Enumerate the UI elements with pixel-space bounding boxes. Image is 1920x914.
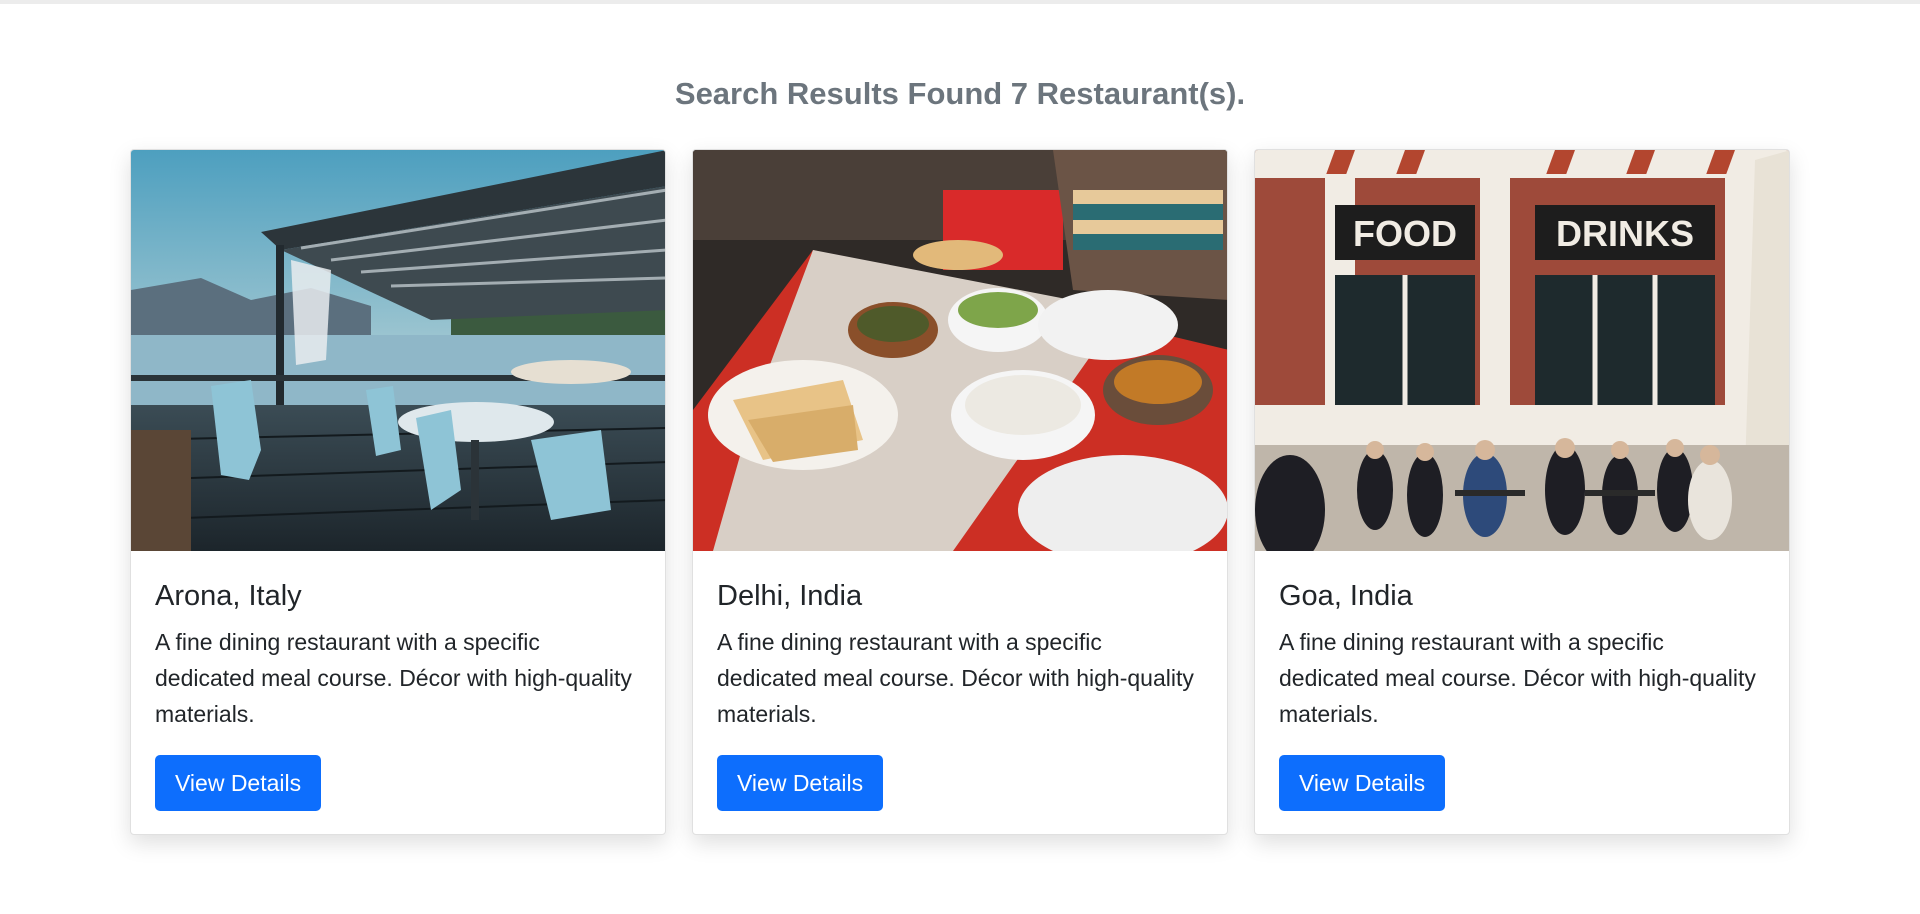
- sign-drinks: DRINKS: [1556, 213, 1694, 254]
- restaurant-card-grid: Arona, Italy A fine dining restaurant wi…: [130, 149, 1790, 835]
- restaurant-card: FOOD DRINKS Goa, India A fine dining res…: [1254, 149, 1790, 835]
- restaurant-name: Delhi, India: [717, 580, 863, 612]
- view-details-button[interactable]: View Details: [155, 755, 322, 811]
- sign-food: FOOD: [1353, 213, 1457, 254]
- card-body: Delhi, India A fine dining restaurant wi…: [717, 578, 1207, 732]
- search-results-title: Search Results: [674, 76, 899, 111]
- search-results-heading: Search Results Found 7 Restaurant(s).: [0, 74, 1920, 114]
- restaurant-name: Arona, Italy: [155, 580, 302, 612]
- top-divider: [0, 0, 1920, 4]
- card-body: Arona, Italy A fine dining restaurant wi…: [155, 578, 645, 732]
- results-count: Found 7 Restaurant(s).: [907, 76, 1246, 111]
- view-details-button[interactable]: View Details: [1279, 755, 1446, 811]
- restaurant-card: Arona, Italy A fine dining restaurant wi…: [130, 149, 666, 835]
- view-details-button[interactable]: View Details: [717, 755, 884, 811]
- restaurant-description: A fine dining restaurant with a specific…: [1279, 629, 1756, 727]
- restaurant-name: Goa, India: [1279, 580, 1413, 612]
- restaurant-image[interactable]: [693, 150, 1228, 551]
- restaurant-description: A fine dining restaurant with a specific…: [155, 629, 632, 727]
- restaurant-image[interactable]: [131, 150, 666, 551]
- restaurant-description: A fine dining restaurant with a specific…: [717, 629, 1194, 727]
- restaurant-image[interactable]: FOOD DRINKS: [1255, 150, 1790, 551]
- card-body: Goa, India A fine dining restaurant with…: [1279, 578, 1769, 732]
- restaurant-card: Delhi, India A fine dining restaurant wi…: [692, 149, 1228, 835]
